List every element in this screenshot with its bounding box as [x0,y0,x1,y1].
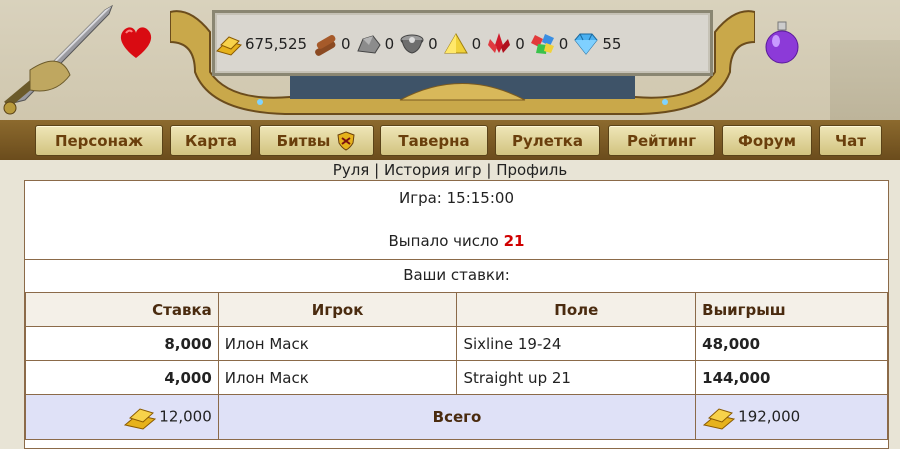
win-cell: 48,000 [695,326,888,361]
table-header-row: Ставка Игрок Поле Выигрыш [25,292,888,327]
sulfur-icon [443,33,468,54]
nav-map-label: Карта [185,131,237,150]
resource-iron: 0 [398,29,442,59]
resource-crystal: 0 [485,29,529,59]
link-separator: | [486,161,492,179]
game-history-link[interactable]: История игр [384,161,482,179]
divider [25,259,888,260]
nav-rating-button[interactable]: Рейтинг [608,125,715,156]
bets-table: Ставка Игрок Поле Выигрыш 8,000 Илон Мас… [25,292,888,440]
crystal-icon [488,33,511,53]
nav-forum-label: Форум [738,131,796,150]
result-line: Выпало число 21 [25,232,888,250]
field-cell: Sixline 19-24 [456,326,697,361]
crystal-value: 0 [515,35,525,53]
stake-cell: 8,000 [25,326,219,361]
main-nav: Персонаж Карта Битвы Таверна Рулетка Рей… [0,120,900,160]
resource-wood: 0 [311,29,355,59]
nav-map-button[interactable]: Карта [170,125,252,156]
potion-icon[interactable] [762,20,802,65]
gems-icon [530,34,554,54]
sulfur-value: 0 [471,35,482,53]
table-row: 4,000 Илон Маск Straight up 21 144,000 [25,360,888,395]
nav-forum-button[interactable]: Форум [722,125,812,156]
total-label: Всего [217,394,697,440]
nav-tavern-button[interactable]: Таверна [380,125,488,156]
roulette-link[interactable]: Руля [333,161,370,179]
total-stake-value: 12,000 [159,407,212,426]
roulette-result-panel: Игра: 15:15:00 Выпало число 21 Ваши став… [24,180,889,449]
total-row: 12,000 Всего 192,000 [25,394,888,440]
total-stake-cell: 12,000 [25,394,219,440]
wood-icon [315,35,336,56]
nav-character-button[interactable]: Персонаж [35,125,163,156]
gems-value: 0 [558,35,569,53]
header-decoration [830,40,900,120]
heart-icon[interactable] [116,22,156,62]
resource-sulfur: 0 [442,29,486,59]
nav-chat-button[interactable]: Чат [819,125,882,156]
stone-value: 0 [384,35,395,53]
result-number: 21 [503,232,525,250]
resources-panel: 675,525 0 0 0 0 0 0 55 [212,10,713,76]
gold-icon [124,408,157,430]
nav-roulette-label: Рулетка [512,131,583,150]
table-row: 8,000 Илон Маск Sixline 19-24 48,000 [25,326,888,361]
diamond-icon [574,33,598,55]
result-label: Выпало число [388,232,499,250]
nav-battles-button[interactable]: Битвы [259,125,374,156]
header-field: Поле [456,292,697,327]
nav-battles-label: Битвы [276,131,331,150]
player-cell[interactable]: Илон Маск [217,326,458,361]
link-separator: | [374,161,380,179]
gold-icon [216,36,242,56]
stone-icon [356,35,381,54]
wood-value: 0 [341,35,351,53]
resource-stone: 0 [355,29,399,59]
profile-link[interactable]: Профиль [496,161,567,179]
battle-shield-icon [337,130,355,151]
stake-cell: 4,000 [25,360,219,395]
nav-chat-label: Чат [835,131,866,150]
header-stake: Ставка [25,292,219,327]
field-cell: Straight up 21 [456,360,697,395]
header-win: Выигрыш [695,292,888,327]
gold-value: 675,525 [245,35,308,53]
player-cell[interactable]: Илон Маск [217,360,458,395]
header: 675,525 0 0 0 0 0 0 55 [0,0,900,125]
nav-character-label: Персонаж [54,131,144,150]
header-player: Игрок [217,292,458,327]
sub-navigation: Руля | История игр | Профиль [0,160,900,180]
nav-roulette-button[interactable]: Рулетка [495,125,600,156]
nav-tavern-label: Таверна [398,131,470,150]
gold-icon [703,408,736,430]
win-cell: 144,000 [695,360,888,395]
resource-gems: 0 [529,29,573,59]
total-win-value: 192,000 [738,407,801,426]
sword-icon [3,4,113,115]
nav-rating-label: Рейтинг [626,131,697,150]
iron-value: 0 [428,35,438,53]
bets-title: Ваши ставки: [403,266,510,284]
total-win-cell: 192,000 [695,394,888,440]
game-time: Игра: 15:15:00 [398,189,514,207]
resource-diamond: 55 [572,29,625,59]
diamond-value: 55 [602,35,622,53]
iron-icon [400,34,424,54]
resource-gold: 675,525 [215,29,311,59]
